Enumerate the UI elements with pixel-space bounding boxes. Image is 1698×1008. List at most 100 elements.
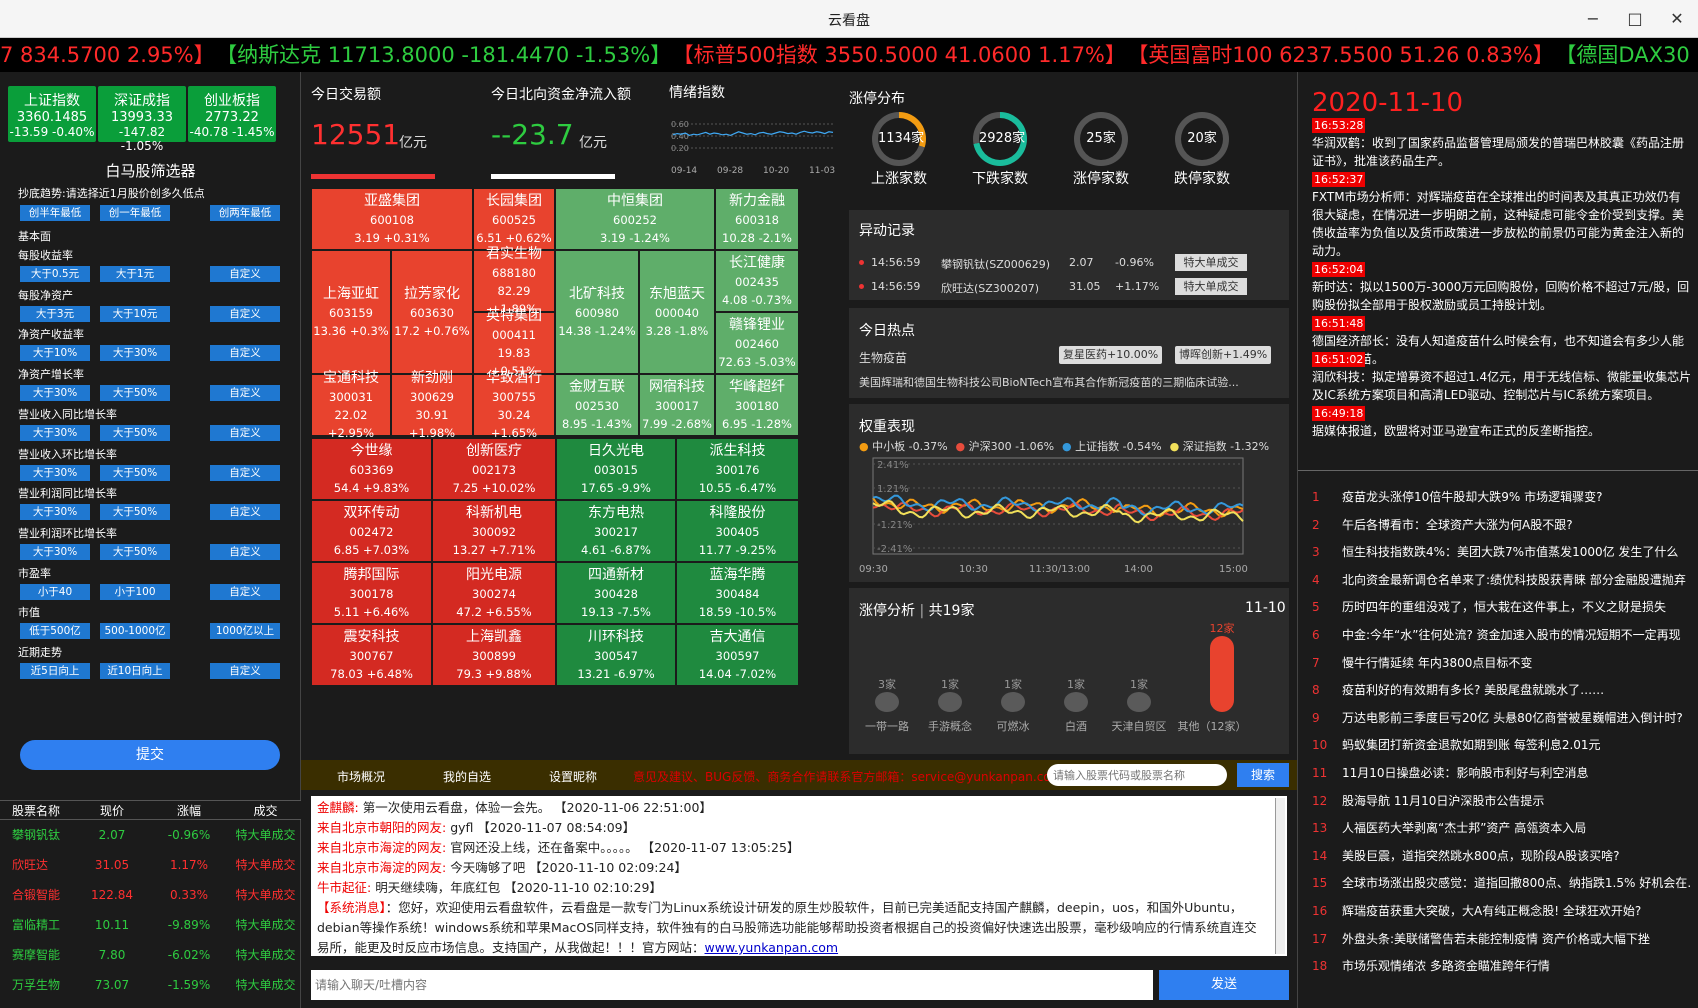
- headline-item[interactable]: 7 慢牛行情延续 年内3800点目标不变: [1312, 648, 1692, 678]
- close-button[interactable]: ✕: [1664, 6, 1690, 32]
- tab-market[interactable]: 市场概况: [337, 768, 385, 785]
- filter-option[interactable]: 大于10%: [20, 345, 90, 362]
- heatmap-cell[interactable]: 北矿科技 600980 14.38 -1.24%: [555, 250, 639, 374]
- heatmap-cell[interactable]: 网宿科技 300017 7.99 -2.68%: [639, 374, 715, 436]
- headline-item[interactable]: 6 中金:今年“水”往何处流? 资金加速入股市的情况短期不一定再现: [1312, 620, 1692, 650]
- filter-option[interactable]: 大于30%: [20, 504, 90, 521]
- table-row[interactable]: 合锻智能 122.84 0.33% 特大单成交: [0, 880, 301, 910]
- headline-item[interactable]: 12 股海导航 11月10日沪深股市公告提示: [1312, 786, 1692, 816]
- filter-option[interactable]: 大于50%: [100, 504, 170, 521]
- tab-watchlist[interactable]: 我的自选: [443, 768, 491, 785]
- heatmap-cell[interactable]: 上海亚虹 603159 13.36 +0.3%: [311, 250, 391, 374]
- heatmap-cell[interactable]: 科隆股份 300405 11.77 -9.25%: [676, 500, 799, 562]
- news-item[interactable]: 16:52:04 新时达：拟以1500万-3000万元回购股份，回购价格不超过7元…: [1312, 260, 1692, 314]
- heatmap-cell[interactable]: 派生科技 300176 10.55 -6.47%: [676, 438, 799, 500]
- search-input[interactable]: [1047, 764, 1227, 786]
- heatmap-cell[interactable]: 震安科技 300767 78.03 +6.48%: [311, 624, 432, 686]
- heatmap-cell[interactable]: 科新机电 300092 13.27 +7.71%: [432, 500, 556, 562]
- filter-option[interactable]: 自定义: [210, 424, 280, 441]
- limit-bar[interactable]: [1064, 692, 1088, 712]
- headline-item[interactable]: 13 人福医药大举剥离“杰士邦”资产 高瓴资本入局: [1312, 813, 1692, 843]
- heatmap-cell[interactable]: 蓝海华腾 300484 18.59 -10.5%: [676, 562, 799, 624]
- news-item[interactable]: 16:52:37 FXTM市场分析师：对辉瑞疫苗在全球推出的时间表及其真正功效仍有…: [1312, 170, 1692, 260]
- index-card[interactable]: 深证成指 13993.33 -147.82 -1.05%: [98, 86, 186, 153]
- search-button[interactable]: 搜索: [1237, 763, 1289, 787]
- headline-item[interactable]: 1 疫苗龙头涨停10倍牛股却大跌9% 市场逻辑骤变?: [1312, 482, 1692, 512]
- heatmap-cell[interactable]: 日久光电 003015 17.65 -9.9%: [556, 438, 676, 500]
- heatmap-cell[interactable]: 吉大通信 300597 14.04 -7.02%: [676, 624, 799, 686]
- heatmap-cell[interactable]: 新力金融 600318 10.28 -2.1%: [715, 188, 799, 250]
- website-link[interactable]: www.yunkanpan.com: [705, 940, 839, 955]
- news-item[interactable]: 16:53:28 华润双鹤：收到了国家药品监督管理局颁发的普瑞巴林胶囊《药品注册证…: [1312, 116, 1692, 170]
- filter-option[interactable]: 自定义: [210, 464, 280, 481]
- heatmap-cell[interactable]: 宝通科技 300031 22.02 +2.95%: [311, 370, 391, 440]
- headline-item[interactable]: 17 外盘头条:美联储警告若未能控制疫情 资产价格或大幅下挫: [1312, 924, 1692, 954]
- tab-nickname[interactable]: 设置昵称: [549, 768, 597, 785]
- trend-option[interactable]: 创两年最低: [210, 205, 280, 221]
- maximize-button[interactable]: □: [1622, 6, 1648, 32]
- hot-tag-1[interactable]: 复星医药+10.00%: [1059, 346, 1163, 364]
- headline-item[interactable]: 9 万达电影前三季度巨亏20亿 头悬80亿商誉被星巍帽进入倒计时?: [1312, 703, 1692, 733]
- filter-option[interactable]: 小于40: [20, 583, 90, 600]
- trend-option[interactable]: 创半年最低: [20, 205, 90, 221]
- filter-option[interactable]: 自定义: [210, 583, 280, 600]
- headline-item[interactable]: 14 美股巨震，道指突然跳水800点，现阶段A股该买啥?: [1312, 841, 1692, 871]
- filter-option[interactable]: 大于10元: [100, 305, 170, 322]
- table-row[interactable]: 赛摩智能 7.80 -6.02% 特大单成交: [0, 940, 301, 970]
- filter-option[interactable]: 自定义: [210, 385, 280, 402]
- heatmap-cell[interactable]: 上海凯鑫 300899 79.3 +9.88%: [432, 624, 556, 686]
- limit-bar[interactable]: [1001, 692, 1025, 712]
- anomaly-tag[interactable]: 特大单成交: [1175, 254, 1247, 271]
- table-row[interactable]: 欣旺达 31.05 1.17% 特大单成交: [0, 850, 301, 880]
- anomaly-tag[interactable]: 特大单成交: [1175, 278, 1247, 295]
- hot-tag-2[interactable]: 博晖创新+1.49%: [1175, 346, 1272, 364]
- table-row[interactable]: 万孚生物 73.07 -1.59% 特大单成交: [0, 970, 301, 1000]
- heatmap-cell[interactable]: 长江健康 002435 4.08 -0.73%: [715, 250, 799, 312]
- headline-item[interactable]: 11 11月10日操盘必读：影响股市利好与利空消息: [1312, 758, 1692, 788]
- heatmap-cell[interactable]: 东方电热 300217 4.61 -6.87%: [556, 500, 676, 562]
- table-row[interactable]: 攀钢钒钛 2.07 -0.96% 特大单成交: [0, 820, 301, 850]
- headline-item[interactable]: 4 北向资金最新调仓名单来了:绩优科技股获青睐 部分金融股遭抛弃: [1312, 565, 1692, 595]
- filter-option[interactable]: 自定义: [210, 266, 280, 282]
- filter-option[interactable]: 大于30%: [20, 464, 90, 481]
- headline-item[interactable]: 5 历时四年的重组没戏了，恒大栽在这件事上，不义之财是损失: [1312, 592, 1692, 622]
- limit-bar[interactable]: [1210, 636, 1234, 712]
- heatmap-cell[interactable]: 东旭蓝天 000040 3.28 -1.8%: [639, 250, 715, 374]
- headline-item[interactable]: 18 市场乐观情绪浓 多路资金瞄准跨年行情: [1312, 951, 1692, 981]
- chat-input[interactable]: [311, 970, 1153, 1000]
- filter-option[interactable]: 大于50%: [100, 424, 170, 441]
- filter-option[interactable]: 自定义: [210, 663, 280, 679]
- heatmap-cell[interactable]: 长园集团 600525 6.51 +0.62%: [473, 188, 555, 250]
- chat-scrollbar[interactable]: [1275, 798, 1285, 954]
- heatmap-cell[interactable]: 四通新材 300428 19.13 -7.5%: [556, 562, 676, 624]
- heatmap-cell[interactable]: 亚盛集团 600108 3.19 +0.31%: [311, 188, 473, 250]
- heatmap-cell[interactable]: 拉芳家化 603630 17.2 +0.76%: [391, 250, 473, 374]
- submit-button[interactable]: 提交: [20, 740, 280, 770]
- heatmap-cell[interactable]: 赣锋锂业 002460 72.63 -5.03%: [715, 312, 799, 374]
- heatmap-cell[interactable]: 腾邦国际 300178 5.11 +6.46%: [311, 562, 432, 624]
- filter-option[interactable]: 自定义: [210, 504, 280, 521]
- filter-option[interactable]: 自定义: [210, 543, 280, 560]
- heatmap-cell[interactable]: 君实生物 688180 82.29 +1.89%: [473, 246, 555, 316]
- limit-bar[interactable]: [875, 692, 899, 712]
- filter-option[interactable]: 大于50%: [100, 543, 170, 560]
- heatmap-cell[interactable]: 今世缘 603369 54.4 +9.83%: [311, 438, 432, 500]
- limit-bar[interactable]: [1127, 692, 1151, 712]
- heatmap-cell[interactable]: 双环传动 002472 6.85 +7.03%: [311, 500, 432, 562]
- news-item[interactable]: 16:51:02 润欣科技：拟定增募资不超过1.4亿元，用于无线信标、微能量收集芯…: [1312, 350, 1692, 404]
- filter-option[interactable]: 500-1000亿: [100, 623, 170, 640]
- filter-option[interactable]: 大于50%: [100, 385, 170, 402]
- filter-option[interactable]: 低于500亿: [20, 623, 90, 640]
- filter-option[interactable]: 1000亿以上: [210, 623, 280, 640]
- filter-option[interactable]: 自定义: [210, 305, 280, 322]
- send-button[interactable]: 发送: [1159, 970, 1289, 1000]
- headline-item[interactable]: 10 蚂蚁集团打新资金退款如期到账 每签利息2.01元: [1312, 730, 1692, 760]
- filter-option[interactable]: 大于30%: [100, 345, 170, 362]
- filter-option[interactable]: 近10日向上: [100, 663, 170, 679]
- filter-option[interactable]: 大于3元: [20, 305, 90, 322]
- heatmap-cell[interactable]: 阳光电源 300274 47.2 +6.55%: [432, 562, 556, 624]
- headline-item[interactable]: 2 午后各博看市：全球资产大涨为何A股不跟?: [1312, 510, 1692, 540]
- headline-item[interactable]: 15 全球市场涨出股灾感觉：道指回撤800点、纳指跌1.5% 好机会在…: [1312, 868, 1692, 898]
- filter-option[interactable]: 大于50%: [100, 464, 170, 481]
- heatmap-cell[interactable]: 川环科技 300547 13.21 -6.97%: [556, 624, 676, 686]
